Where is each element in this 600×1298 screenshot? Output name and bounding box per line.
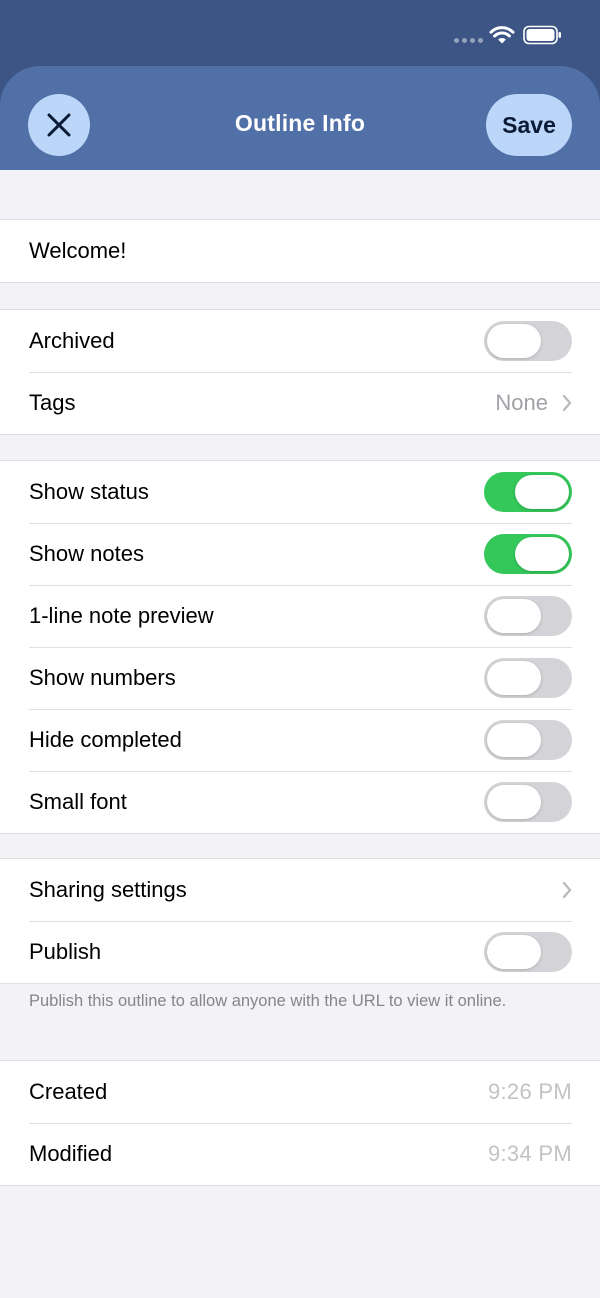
- sheet-header: Outline Info Save: [0, 66, 600, 170]
- small-font-label: Small font: [29, 789, 127, 814]
- chevron-right-icon: [562, 881, 572, 899]
- hide-completed-label: Hide completed: [29, 727, 182, 752]
- show-notes-row: Show notes: [0, 523, 600, 585]
- show-numbers-row: Show numbers: [0, 647, 600, 709]
- signal-dots-icon: [454, 38, 483, 43]
- show-notes-label: Show notes: [29, 541, 144, 566]
- sharing-settings-label: Sharing settings: [29, 877, 187, 902]
- outline-title-value[interactable]: Welcome!: [29, 238, 572, 264]
- dates-section: Created 9:26 PM Modified 9:34 PM: [0, 1060, 600, 1186]
- general-section: Archived Tags None: [0, 309, 600, 435]
- publish-label: Publish: [29, 939, 102, 964]
- note-preview-toggle[interactable]: [484, 596, 572, 636]
- show-numbers-toggle[interactable]: [484, 658, 572, 698]
- battery-icon: [523, 25, 561, 45]
- status-bar: [0, 0, 600, 66]
- modified-label: Modified: [29, 1141, 113, 1166]
- sharing-settings-row[interactable]: Sharing settings: [0, 859, 600, 921]
- hide-completed-toggle[interactable]: [484, 720, 572, 760]
- small-font-row: Small font: [0, 771, 600, 833]
- modified-value: 9:34 PM: [487, 1141, 572, 1166]
- note-preview-row: 1-line note preview: [0, 585, 600, 647]
- tags-value: None: [495, 390, 548, 415]
- modified-row: Modified 9:34 PM: [0, 1123, 600, 1185]
- note-preview-label: 1-line note preview: [29, 603, 214, 628]
- show-status-toggle[interactable]: [484, 472, 572, 512]
- tags-label: Tags: [29, 390, 76, 415]
- show-status-label: Show status: [29, 479, 149, 504]
- title-field[interactable]: Welcome!: [0, 220, 600, 282]
- hide-completed-row: Hide completed: [0, 709, 600, 771]
- archived-toggle[interactable]: [484, 321, 572, 361]
- created-value: 9:26 PM: [487, 1079, 572, 1104]
- chevron-right-icon: [562, 394, 572, 412]
- tags-row[interactable]: Tags None: [0, 372, 600, 434]
- archived-row: Archived: [0, 310, 600, 372]
- show-numbers-label: Show numbers: [29, 665, 176, 690]
- archived-label: Archived: [29, 328, 115, 353]
- wifi-icon: [489, 26, 515, 44]
- publish-toggle[interactable]: [484, 932, 572, 972]
- title-section: Welcome!: [0, 219, 600, 283]
- created-row: Created 9:26 PM: [0, 1061, 600, 1123]
- publish-row: Publish: [0, 921, 600, 983]
- show-notes-toggle[interactable]: [484, 534, 572, 574]
- display-section: Show status Show notes 1-line note previ…: [0, 460, 600, 834]
- save-button[interactable]: Save: [486, 94, 572, 156]
- publish-footnote: Publish this outline to allow anyone wit…: [29, 992, 507, 1010]
- show-status-row: Show status: [0, 461, 600, 523]
- sharing-section: Sharing settings Publish: [0, 858, 600, 984]
- created-label: Created: [29, 1079, 108, 1104]
- small-font-toggle[interactable]: [484, 782, 572, 822]
